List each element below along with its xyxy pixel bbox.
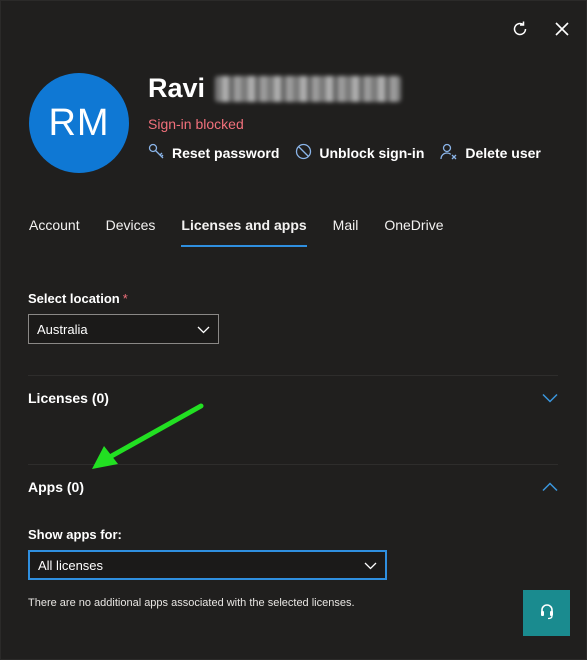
tab-licenses-and-apps[interactable]: Licenses and apps <box>181 217 307 247</box>
signin-status: Sign-in blocked <box>148 116 244 132</box>
user-delete-icon <box>440 143 458 163</box>
licenses-title: Licenses (0) <box>28 390 109 406</box>
location-value: Australia <box>37 321 88 337</box>
user-actions: Reset password Unblock sign-in Delete us… <box>148 143 541 163</box>
chevron-down-icon <box>364 558 377 573</box>
tab-account[interactable]: Account <box>29 217 80 247</box>
delete-user-button[interactable]: Delete user <box>440 143 541 163</box>
key-icon <box>148 143 165 163</box>
avatar: RM <box>29 73 129 173</box>
reset-password-button[interactable]: Reset password <box>148 143 279 163</box>
unblock-signin-button[interactable]: Unblock sign-in <box>295 143 424 163</box>
licenses-section-toggle[interactable]: Licenses (0) <box>28 390 558 406</box>
no-apps-message: There are no additional apps associated … <box>28 597 355 609</box>
user-display-name: Ravi <box>148 73 402 104</box>
user-tabs: Account Devices Licenses and apps Mail O… <box>29 217 469 247</box>
panel-header-controls <box>510 19 572 39</box>
show-apps-label: Show apps for: <box>28 527 122 542</box>
show-apps-select[interactable]: All licenses <box>28 550 387 580</box>
tab-mail[interactable]: Mail <box>333 217 359 247</box>
unblock-signin-label: Unblock sign-in <box>319 145 425 161</box>
user-first-name: Ravi <box>148 73 206 103</box>
help-support-button[interactable] <box>523 590 570 636</box>
location-select[interactable]: Australia <box>28 314 219 344</box>
tab-onedrive[interactable]: OneDrive <box>384 217 443 247</box>
location-label-text: Select location <box>28 291 120 306</box>
section-divider <box>28 464 558 465</box>
reset-password-label: Reset password <box>172 145 280 161</box>
chevron-up-icon <box>542 479 558 495</box>
chevron-down-icon <box>542 390 558 406</box>
block-icon <box>295 143 312 163</box>
tab-devices[interactable]: Devices <box>106 217 156 247</box>
required-mark: * <box>122 291 128 306</box>
show-apps-value: All licenses <box>38 557 104 573</box>
headset-icon <box>538 602 556 625</box>
location-label: Select location * <box>28 291 128 306</box>
user-details-panel: RM Ravi Sign-in blocked Reset password U… <box>0 0 587 660</box>
section-divider <box>28 375 558 376</box>
delete-user-label: Delete user <box>465 145 541 161</box>
redacted-last-name <box>215 75 402 102</box>
apps-title: Apps (0) <box>28 479 84 495</box>
close-icon[interactable] <box>552 19 572 39</box>
refresh-icon[interactable] <box>510 19 530 39</box>
apps-section-toggle[interactable]: Apps (0) <box>28 479 558 495</box>
chevron-down-icon <box>197 322 210 337</box>
